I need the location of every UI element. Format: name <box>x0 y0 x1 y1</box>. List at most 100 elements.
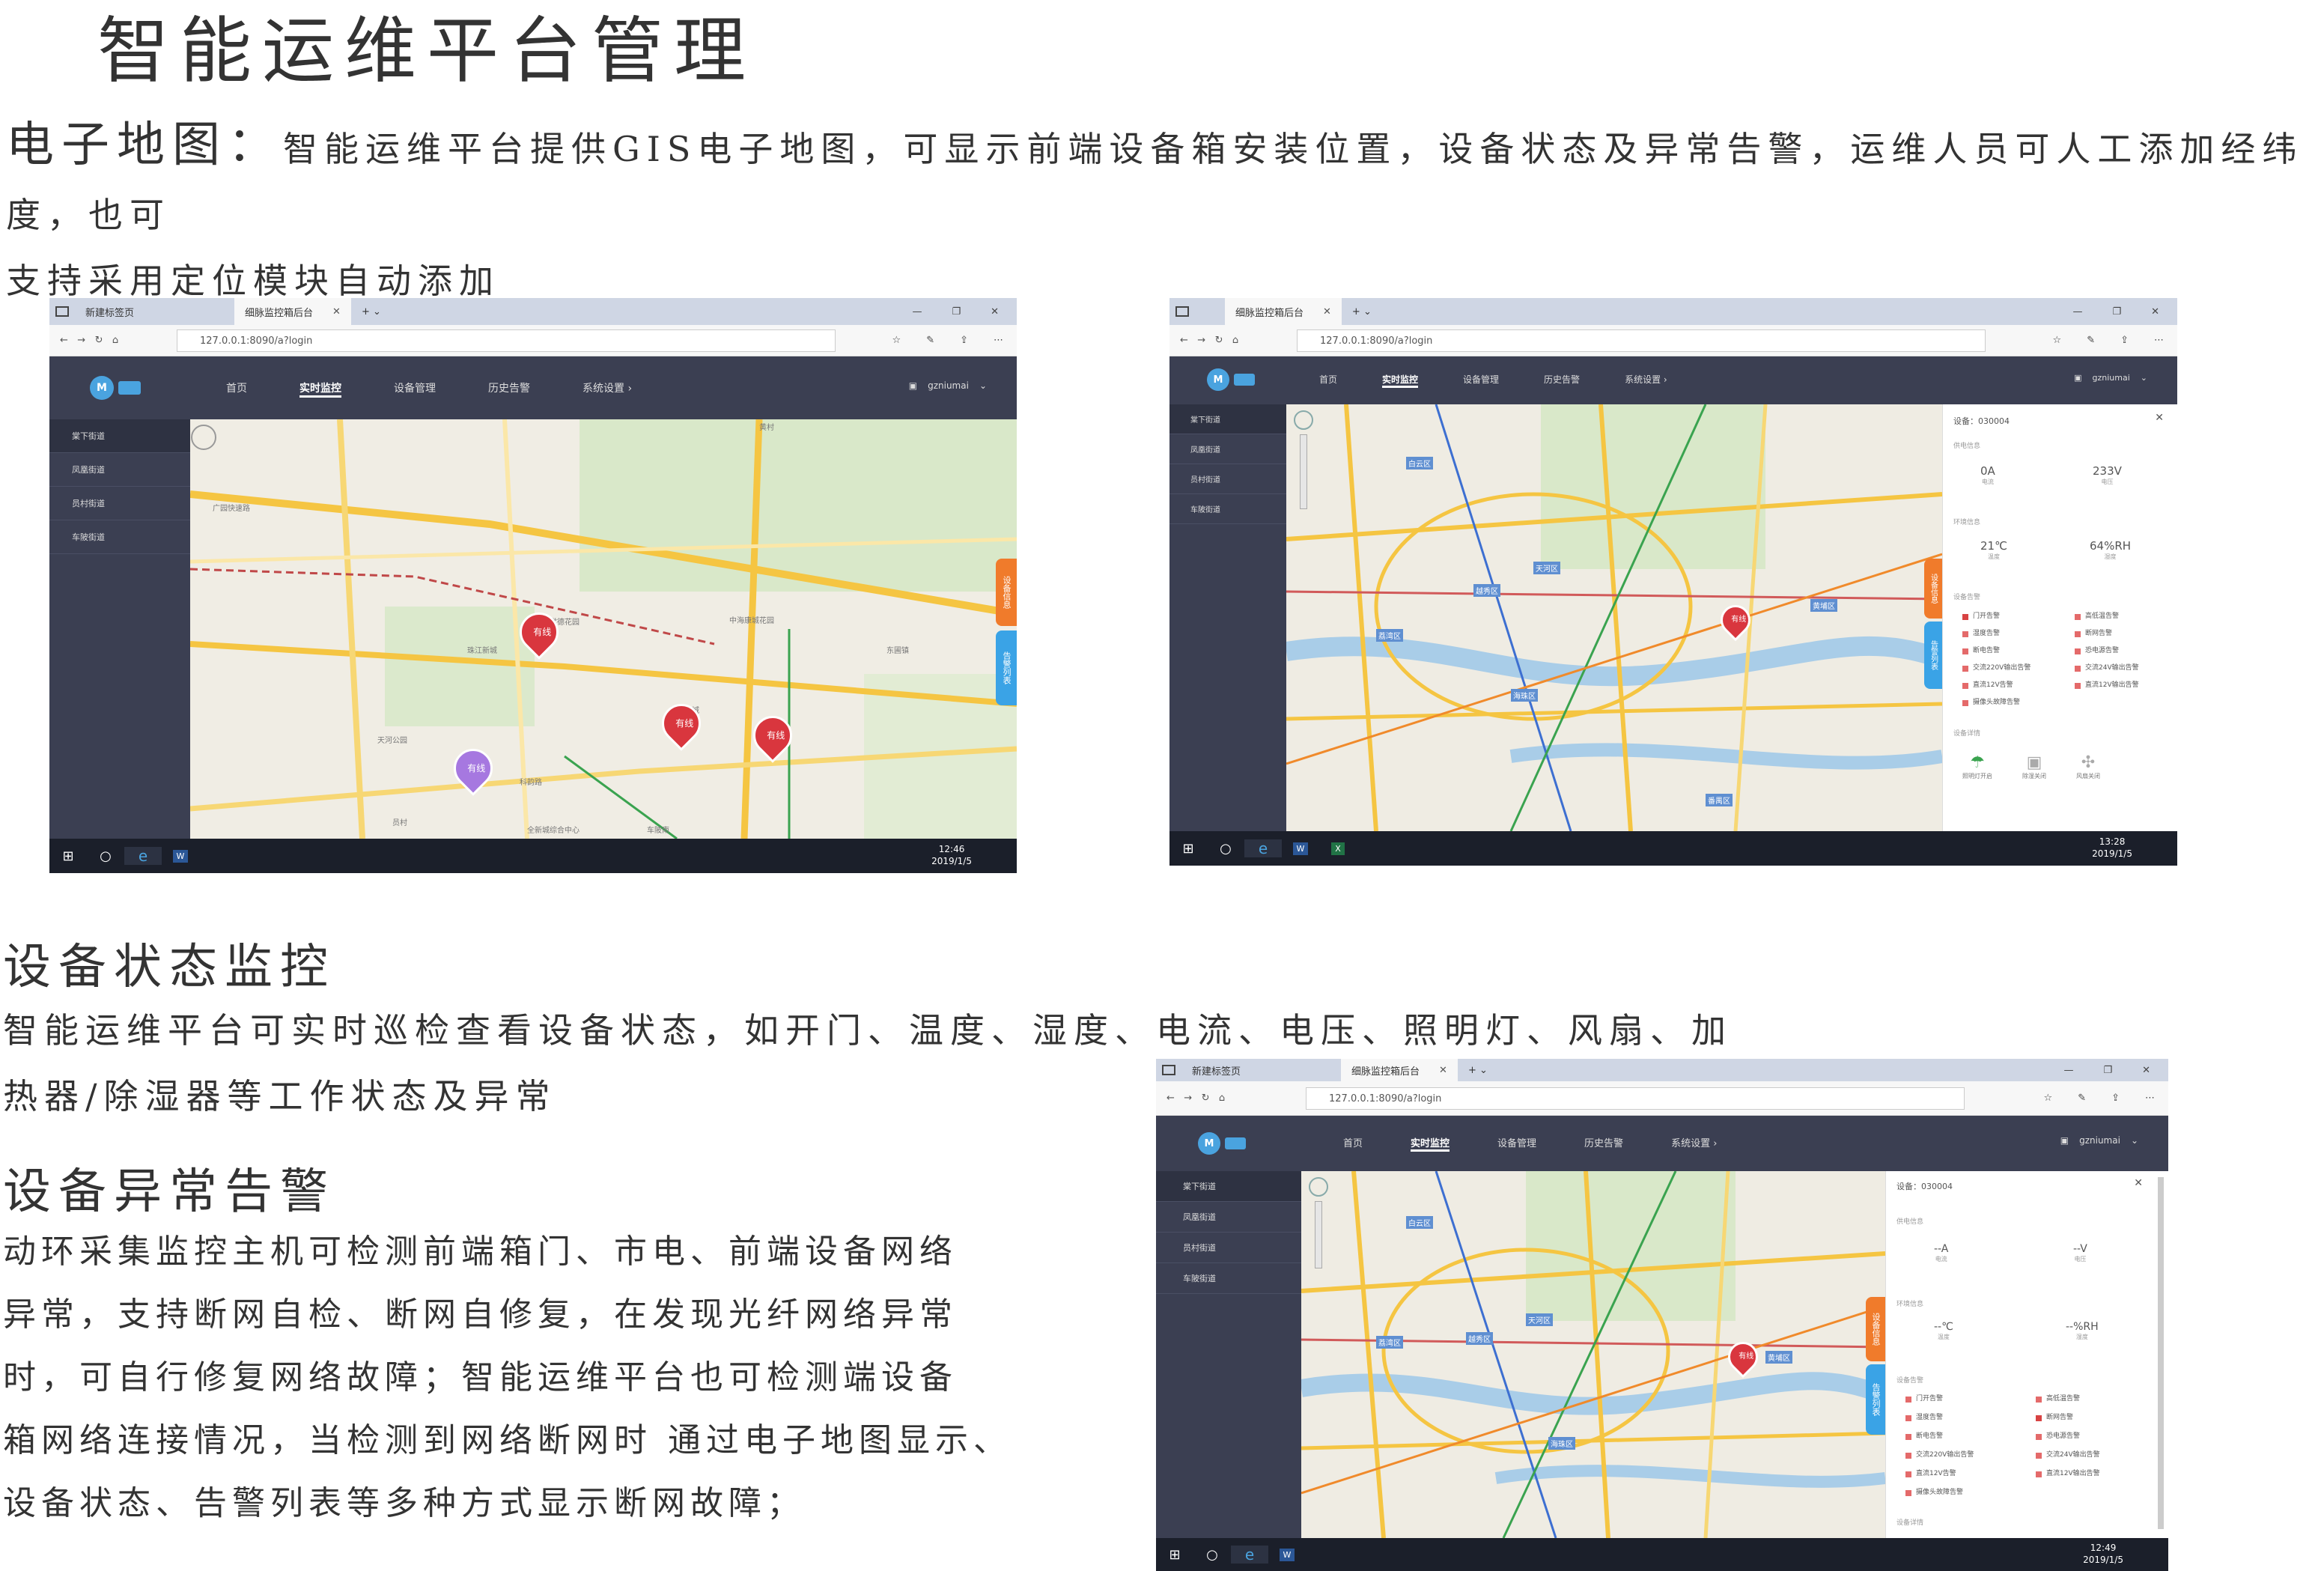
alarm-list-tab[interactable]: 告警列表 <box>1866 1364 1885 1435</box>
clock-date: 2019/1/5 <box>2092 848 2132 859</box>
menu-devices[interactable]: 设备管理 <box>1497 1135 1536 1152</box>
close-tab-icon[interactable]: ✕ <box>332 306 341 317</box>
browser-tools[interactable]: ☆ ✎ ⇪ ⋯ <box>2053 335 2164 346</box>
restore-icon[interactable]: ❐ <box>2103 1065 2112 1076</box>
start-icon[interactable]: ⊞ <box>49 848 87 864</box>
browser-tools[interactable]: ☆ ✎ ⇪ ⋯ <box>892 335 1003 346</box>
menu-history[interactable]: 历史告警 <box>488 380 530 398</box>
map-zoom-slider[interactable] <box>1315 1201 1322 1268</box>
street-item[interactable]: 车陂街道 <box>1169 494 1286 524</box>
user-name: gzniumai <box>2079 1135 2120 1146</box>
user-menu[interactable]: ▣ gzniumai ⌄ <box>909 380 987 391</box>
map-pan-control[interactable] <box>1309 1177 1328 1197</box>
close-tab-icon[interactable]: ✕ <box>1439 1065 1447 1076</box>
menu-devices[interactable]: 设备管理 <box>1463 373 1499 388</box>
gis-map[interactable]: 广园快速路 黄村 车陂南 科韵路 员村 天河公园 中海康城花园 全新城综合中心 … <box>190 419 1017 839</box>
street-item[interactable]: 车陂街道 <box>1156 1263 1301 1294</box>
browser-tools[interactable]: ☆ ✎ ⇪ ⋯ <box>2044 1093 2155 1104</box>
menu-realtime[interactable]: 实时监控 <box>299 380 341 398</box>
close-panel-icon[interactable]: ✕ <box>2155 412 2164 424</box>
tab-app[interactable]: 细脉监控箱后台 ✕ <box>234 298 351 325</box>
menu-settings[interactable]: 系统设置 › <box>1671 1135 1717 1152</box>
search-icon[interactable]: ○ <box>1193 1547 1231 1563</box>
menu-settings[interactable]: 系统设置 › <box>1625 373 1667 388</box>
gis-map[interactable]: 白云区 天河区 越秀区 荔湾区 海珠区 黄埔区 番禺区 有线 设备信息 告警列表 <box>1286 404 1942 831</box>
menu-history[interactable]: 历史告警 <box>1584 1135 1623 1152</box>
street-item[interactable]: 员村街道 <box>1156 1233 1301 1263</box>
tab-new[interactable]: 新建标签页 <box>75 298 145 325</box>
street-item[interactable]: 员村街道 <box>1169 464 1286 494</box>
menu-home[interactable]: 首页 <box>1319 373 1337 388</box>
new-tab-button[interactable]: + ⌄ <box>1342 298 1382 325</box>
alarm-list-tab[interactable]: 告警列表 <box>996 630 1017 705</box>
search-icon[interactable]: ○ <box>1207 841 1244 857</box>
excel-icon[interactable]: X <box>1319 842 1357 855</box>
nav-buttons-icon[interactable]: ← → ↻ ⌂ <box>1180 335 1238 346</box>
device-info-tab[interactable]: 设备信息 <box>1866 1297 1885 1361</box>
restore-icon[interactable]: ❐ <box>952 306 961 317</box>
address-bar[interactable]: 127.0.0.1:8090/a?login <box>1306 1087 1965 1110</box>
street-item[interactable]: 凤凰街道 <box>49 453 190 487</box>
close-panel-icon[interactable]: ✕ <box>2134 1177 2143 1189</box>
minimize-icon[interactable]: — <box>2072 306 2082 317</box>
minimize-icon[interactable]: — <box>2063 1065 2073 1076</box>
taskbar-clock: 12:46 2019/1/5 <box>931 844 972 867</box>
street-item[interactable]: 员村街道 <box>49 487 190 520</box>
device-info-tab[interactable]: 设备信息 <box>996 559 1017 626</box>
device-info-tab[interactable]: 设备信息 <box>1924 559 1942 619</box>
word-icon[interactable]: W <box>1282 842 1319 855</box>
menu-history[interactable]: 历史告警 <box>1544 373 1580 388</box>
close-window-icon[interactable]: ✕ <box>2142 1065 2150 1076</box>
menu-home[interactable]: 首页 <box>226 380 247 398</box>
street-item[interactable]: 棠下街道 <box>1156 1171 1301 1202</box>
street-item[interactable]: 棠下街道 <box>49 419 190 453</box>
address-bar[interactable]: 127.0.0.1:8090/a?login <box>1297 329 1986 352</box>
word-icon[interactable]: W <box>162 849 199 863</box>
menu-realtime[interactable]: 实时监控 <box>1411 1135 1450 1152</box>
street-item[interactable]: 凤凰街道 <box>1169 434 1286 464</box>
edge-icon[interactable]: e <box>1244 839 1282 857</box>
gis-map[interactable]: 白云区 天河区 越秀区 荔湾区 海珠区 黄埔区 有线 设备信息 告警列表 <box>1301 1171 1885 1538</box>
map-roads <box>1301 1171 1885 1538</box>
tab-new[interactable]: 新建标签页 <box>1181 1059 1251 1081</box>
start-icon[interactable]: ⊞ <box>1169 841 1207 857</box>
user-avatar-icon: ▣ <box>2060 1135 2069 1146</box>
nav-buttons-icon[interactable]: ← → ↻ ⌂ <box>1166 1093 1225 1104</box>
address-bar[interactable]: 127.0.0.1:8090/a?login <box>177 329 836 352</box>
tab-list-icon[interactable] <box>55 306 69 317</box>
tab-app[interactable]: 细脉监控箱后台 ✕ <box>1341 1059 1458 1081</box>
menu-settings[interactable]: 系统设置 › <box>582 380 632 398</box>
alarm-dot-icon <box>1905 1414 1911 1421</box>
restore-icon[interactable]: ❐ <box>2112 306 2121 317</box>
street-item[interactable]: 车陂街道 <box>49 520 190 554</box>
user-menu[interactable]: ▣ gzniumai ⌄ <box>2060 1135 2138 1146</box>
map-zoom-slider[interactable] <box>1300 434 1307 509</box>
word-icon[interactable]: W <box>1268 1548 1306 1561</box>
menu-home[interactable]: 首页 <box>1343 1135 1363 1152</box>
tab-app[interactable]: 细脉监控箱后台 ✕ <box>1225 298 1342 325</box>
panel-scrollbar[interactable] <box>2158 1177 2164 1529</box>
menu-realtime[interactable]: 实时监控 <box>1382 373 1419 388</box>
humidity-value: --%RH 湿度 <box>2066 1321 2099 1341</box>
tab-list-icon[interactable] <box>1175 306 1189 317</box>
alarm-list-tab[interactable]: 告警列表 <box>1924 622 1942 689</box>
map-pan-control[interactable] <box>1294 410 1313 430</box>
edge-icon[interactable]: e <box>124 847 162 865</box>
tab-list-icon[interactable] <box>1162 1065 1175 1075</box>
close-window-icon[interactable]: ✕ <box>2151 306 2159 317</box>
map-label: 黄村 <box>759 424 774 432</box>
start-icon[interactable]: ⊞ <box>1156 1547 1193 1563</box>
close-window-icon[interactable]: ✕ <box>991 306 999 317</box>
close-tab-icon[interactable]: ✕ <box>1323 306 1331 317</box>
alarm-label: 门开告警 <box>1973 613 2001 620</box>
edge-icon[interactable]: e <box>1231 1546 1268 1564</box>
user-menu[interactable]: ▣ gzniumai ⌄ <box>2074 373 2147 383</box>
nav-buttons-icon[interactable]: ← → ↻ ⌂ <box>60 335 118 346</box>
new-tab-button[interactable]: + ⌄ <box>1458 1059 1498 1081</box>
menu-devices[interactable]: 设备管理 <box>394 380 436 398</box>
street-item[interactable]: 凤凰街道 <box>1156 1202 1301 1233</box>
minimize-icon[interactable]: — <box>912 306 922 317</box>
search-icon[interactable]: ○ <box>87 848 124 864</box>
street-item[interactable]: 棠下街道 <box>1169 404 1286 434</box>
new-tab-button[interactable]: + ⌄ <box>351 298 392 325</box>
